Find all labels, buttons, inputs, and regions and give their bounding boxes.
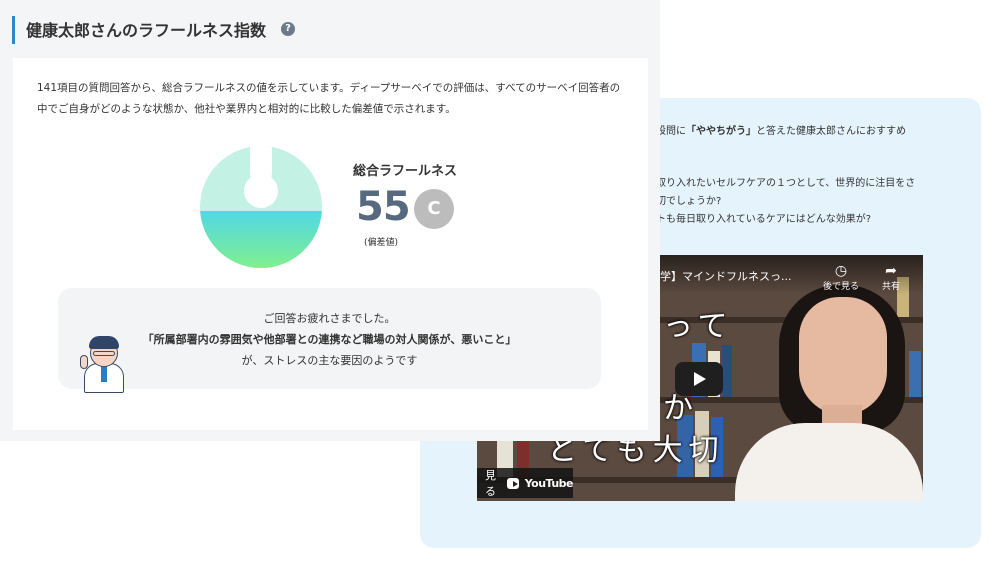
recommendation-intro: 設問に「ややちがう」と答えた健康太郎さんにおすすめ: [656, 122, 906, 137]
gauge-drop-icon: [244, 174, 278, 208]
title-accent-bar: [12, 16, 15, 44]
recommendation-line4: 切でしょうか?: [656, 196, 722, 207]
grade-badge: C: [414, 189, 454, 229]
doctor-tie: [101, 366, 107, 382]
stress-factor-message: ご回答お疲れさまでした。 「所属部署内の雰囲気や他部署との連携など職場の対人関係…: [58, 288, 601, 393]
score-value: 55: [356, 184, 411, 230]
video-title[interactable]: 医学】マインドフルネスっ...: [649, 268, 792, 284]
score-gauge: [200, 146, 322, 268]
watch-later-button[interactable]: ◷ 後で見る: [821, 263, 861, 292]
share-label: 共有: [881, 282, 900, 292]
score-description: 141項目の質問回答から、総合ラフールネスの値を示しています。ディープサーベイで…: [37, 82, 621, 115]
score-unit: (偏差値): [364, 238, 399, 248]
recommendation-answer: 「ややちがう」: [686, 126, 756, 137]
doctor-illustration: [80, 335, 130, 393]
message-factor: 「所属部署内の雰囲気や他部署との連携など職場の対人関係が、悪いこと」: [142, 333, 517, 346]
score-label: 総合ラフールネス: [353, 164, 458, 179]
recommendation-intro-pre: 設問に: [656, 126, 686, 137]
doctor-hair: [89, 336, 119, 349]
youtube-icon: [507, 477, 519, 489]
score-panel: 141項目の質問回答から、総合ラフールネスの値を示しています。ディープサーベイで…: [13, 58, 648, 430]
score-gauge-fill: [200, 210, 322, 268]
card-header: 健康太郎さんのラフールネス指数 ?: [0, 0, 660, 58]
youtube-label: YouTube: [524, 476, 574, 490]
message-greeting: ご回答お疲れさまでした。: [263, 312, 396, 325]
share-arrow-icon: ➦: [885, 263, 897, 279]
watch-label: 見る: [485, 469, 496, 498]
rafulness-card: 健康太郎さんのラフールネス指数 ? 141項目の質問回答から、総合ラフールネスの…: [0, 0, 660, 441]
page-title: 健康太郎さんのラフールネス指数: [26, 21, 267, 40]
presenter-body: [735, 423, 923, 501]
book: [722, 345, 732, 397]
clock-icon: ◷: [834, 263, 848, 279]
doctor-glasses: [93, 351, 115, 356]
watch-later-label: 後で見る: [822, 282, 859, 292]
question-circle-icon[interactable]: ?: [281, 22, 295, 36]
watch-on-youtube-button[interactable]: 見る YouTube: [477, 468, 574, 498]
message-conclusion: が、ストレスの主な要因のようです: [241, 354, 418, 367]
recommendation-line3: 取り入れたいセルフケアの１つとして、世界的に注目をさ: [656, 178, 916, 189]
recommendation-intro-post: と答えた健康太郎さんにおすすめ: [756, 126, 906, 137]
recommendation-line5: トも毎日取り入れているケアにはどんな効果が?: [656, 214, 872, 225]
play-button[interactable]: [675, 362, 723, 396]
share-button[interactable]: ➦ 共有: [871, 263, 911, 292]
doctor-hand: [80, 355, 88, 369]
book: [909, 351, 921, 397]
presenter-face: [799, 297, 887, 415]
